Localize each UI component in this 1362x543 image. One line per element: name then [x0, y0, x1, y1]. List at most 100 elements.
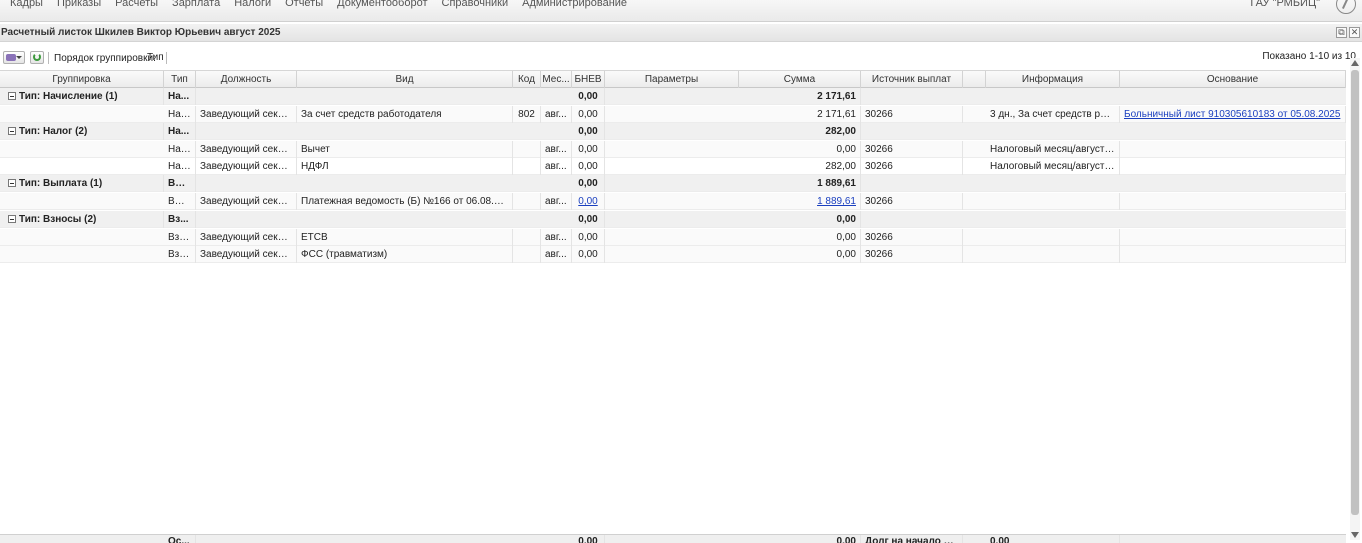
column-header-type[interactable]: Тип: [164, 71, 196, 88]
collapse-icon[interactable]: [8, 179, 16, 187]
grouping-order-value[interactable]: Тип: [147, 52, 164, 63]
sum-link[interactable]: 1 889,61: [817, 196, 856, 207]
table-row[interactable]: Взн... Заведующий сектором ЕТСВ авг... 0…: [0, 229, 1346, 246]
column-header-sum[interactable]: Сумма: [739, 71, 861, 88]
basis-cell: [1120, 141, 1346, 158]
kind-cell: ФСС (травматизм): [297, 246, 513, 263]
scroll-down-icon[interactable]: [1351, 532, 1359, 538]
type-cell: Вз...: [164, 211, 196, 228]
collapse-icon[interactable]: [8, 215, 16, 223]
position-cell: Заведующий сектором: [196, 193, 297, 210]
column-header-code[interactable]: Код: [513, 71, 541, 88]
type-cell: Налог: [164, 141, 196, 158]
column-header-month[interactable]: Мес...: [541, 71, 572, 88]
table-row[interactable]: Вып... Заведующий сектором Платежная вед…: [0, 193, 1346, 210]
menu-item-nalogi[interactable]: Налоги: [228, 0, 279, 9]
group-cell[interactable]: Тип: Начисление (1): [0, 88, 164, 105]
table-row[interactable]: Налог Заведующий сектором Вычет авг... 0…: [0, 141, 1346, 158]
menu-item-spravochniki[interactable]: Справочники: [436, 0, 517, 9]
basis-cell: [1120, 246, 1346, 263]
code-cell: 802: [513, 106, 541, 123]
bnev-cell: 0,00: [572, 175, 605, 192]
group-cell[interactable]: Тип: Выплата (1): [0, 175, 164, 192]
collapse-icon[interactable]: [8, 92, 16, 100]
sum-cell: 2 171,61: [739, 88, 861, 105]
summary-footer-row: Ос... 0,00 0,00 Долг на начало м... 0,00: [0, 534, 1346, 543]
menu-item-zarplata[interactable]: Зарплата: [166, 0, 228, 9]
restore-window-icon[interactable]: ⧉: [1336, 27, 1347, 38]
table-row[interactable]: Взн... Заведующий сектором ФСС (травмати…: [0, 246, 1346, 263]
scroll-up-icon[interactable]: [1351, 60, 1359, 66]
menu-item-raschety[interactable]: Расчеты: [109, 0, 166, 9]
bnev-cell: 0,00: [572, 211, 605, 228]
menu-item-otchety[interactable]: Отчеты: [279, 0, 331, 9]
refresh-icon: [33, 53, 41, 61]
kind-cell: НДФЛ: [297, 158, 513, 175]
bnev-cell: 0,00: [572, 123, 605, 140]
column-header-basis[interactable]: Основание: [1120, 71, 1346, 88]
scroll-thumb[interactable]: [1351, 70, 1359, 515]
actions-menu-button[interactable]: [3, 51, 25, 64]
menu-item-prikazy[interactable]: Приказы: [51, 0, 109, 9]
refresh-button[interactable]: [30, 51, 44, 64]
kind-cell: Платежная ведомость (Б) №166 от 06.08.20…: [297, 193, 513, 210]
column-header-position[interactable]: Должность: [196, 71, 297, 88]
footer-source-cell: Долг на начало м...: [861, 535, 963, 543]
chevron-down-icon: [16, 56, 22, 59]
menu-item-administrirovanie[interactable]: Администрирование: [516, 0, 635, 9]
grid-header: Группировка Тип Должность Вид Код Мес...…: [0, 70, 1346, 88]
group-cell[interactable]: Тип: Налог (2): [0, 123, 164, 140]
column-header-kind[interactable]: Вид: [297, 71, 513, 88]
group-row-payment[interactable]: Тип: Выплата (1) Вы... 0,00 1 889,61: [0, 175, 1346, 192]
group-cell[interactable]: Тип: Взносы (2): [0, 211, 164, 228]
type-cell: Вып...: [164, 193, 196, 210]
group-row-accrual[interactable]: Тип: Начисление (1) На... 0,00 2 171,61: [0, 88, 1346, 105]
table-row[interactable]: Нач... Заведующий сектором За счет средс…: [0, 106, 1346, 123]
collapse-icon[interactable]: [8, 127, 16, 135]
month-cell: авг...: [541, 106, 572, 123]
sum-cell: 0,00: [739, 246, 861, 263]
column-header-bnev[interactable]: БНЕВ: [572, 71, 605, 88]
column-header-empty[interactable]: [963, 71, 986, 88]
sum-cell: 1 889,61: [739, 193, 861, 210]
window-title: Расчетный листок Шкилев Виктор Юрьевич а…: [1, 27, 281, 38]
month-cell: авг...: [541, 141, 572, 158]
basis-cell: Больничный лист 910305610183 от 05.08.20…: [1120, 106, 1346, 123]
source-cell: 30266: [861, 193, 963, 210]
close-window-icon[interactable]: ✕: [1349, 27, 1360, 38]
month-cell: авг...: [541, 246, 572, 263]
bnev-cell: 0,00: [572, 229, 605, 246]
type-cell: Нач...: [164, 106, 196, 123]
grid-toolbar: Порядок группировки: Тип Показано 1-10 и…: [0, 48, 1362, 68]
main-menu-bar: Кадры Приказы Расчеты Зарплата Налоги От…: [0, 0, 1362, 22]
type-cell: Взн...: [164, 246, 196, 263]
column-header-information[interactable]: Информация: [986, 71, 1120, 88]
vertical-scrollbar[interactable]: [1350, 58, 1360, 540]
kind-cell: Вычет: [297, 141, 513, 158]
sum-cell: 0,00: [739, 229, 861, 246]
column-header-payment-source[interactable]: Источник выплат: [861, 71, 963, 88]
bnev-cell: 0,00: [572, 158, 605, 175]
table-row[interactable]: Налог Заведующий сектором НДФЛ авг... 0,…: [0, 158, 1346, 175]
type-cell: Вы...: [164, 175, 196, 192]
column-header-parameters[interactable]: Параметры: [605, 71, 739, 88]
menu-item-kadry[interactable]: Кадры: [4, 0, 51, 9]
basis-link[interactable]: Больничный лист 910305610183 от 05.08.20…: [1124, 109, 1340, 120]
toolbar-divider: [48, 52, 49, 64]
help-icon[interactable]: [1336, 0, 1356, 14]
bnev-link[interactable]: 0,00: [578, 196, 597, 207]
bnev-cell: 0,00: [572, 106, 605, 123]
bnev-cell: 0,00: [572, 141, 605, 158]
month-cell: авг...: [541, 158, 572, 175]
column-header-grouping[interactable]: Группировка: [0, 71, 164, 88]
menu-item-dokumentooborot[interactable]: Документооборот: [331, 0, 435, 9]
window-title-bar: Расчетный листок Шкилев Виктор Юрьевич а…: [0, 24, 1362, 42]
position-cell: Заведующий сектором: [196, 246, 297, 263]
group-row-tax[interactable]: Тип: Налог (2) На... 0,00 282,00: [0, 123, 1346, 140]
basis-cell: [1120, 158, 1346, 175]
code-cell: [513, 141, 541, 158]
main-menu: Кадры Приказы Расчеты Зарплата Налоги От…: [4, 0, 635, 9]
grouping-order-label: Порядок группировки:: [54, 53, 156, 64]
group-row-contributions[interactable]: Тип: Взносы (2) Вз... 0,00 0,00: [0, 211, 1346, 228]
code-cell: [513, 158, 541, 175]
